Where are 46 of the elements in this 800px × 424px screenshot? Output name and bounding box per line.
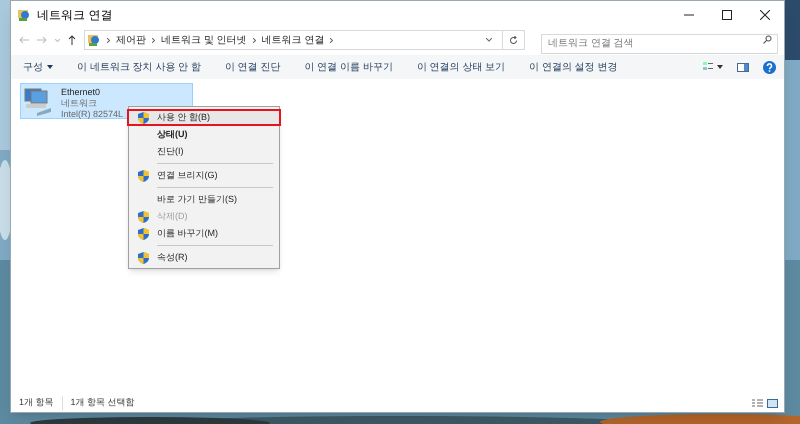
menu-item[interactable]: 연결 브리지(G) (129, 167, 279, 184)
network-folder-icon (87, 33, 101, 47)
menu-item[interactable]: 속성(R) (129, 249, 279, 266)
status-text: 1개 항목 선택함 (70, 396, 136, 410)
connection-name: Ethernet0 (61, 87, 102, 98)
details-view-icon[interactable] (752, 398, 763, 408)
search-icon (763, 35, 772, 44)
shield-icon (138, 210, 148, 222)
toolbar-button[interactable]: 이 연결 이름 바꾸기 (304, 60, 393, 74)
breadcrumb[interactable]: 제어판 (116, 32, 146, 48)
chevron-right-icon[interactable] (252, 38, 256, 42)
network-folder-icon (17, 8, 31, 22)
menu-item[interactable]: 사용 안 함(B) (127, 109, 281, 126)
toolbar-button[interactable]: 이 연결의 설정 변경 (529, 60, 618, 74)
search-field[interactable]: 네트워크 연결 검색 (541, 34, 778, 54)
address-bar[interactable]: 제어판 네트워크 및 인터넷 네트워크 연결 (84, 30, 525, 50)
shield-icon (138, 228, 148, 240)
chevron-right-icon[interactable] (330, 38, 334, 42)
maximize-icon[interactable] (722, 10, 732, 20)
window-title: 네트워크 연결 (37, 7, 112, 24)
chevron-right-icon[interactable] (107, 38, 110, 42)
menu-item[interactable]: 진단(I) (129, 143, 279, 160)
close-icon[interactable] (760, 10, 770, 20)
breadcrumb[interactable]: 네트워크 연결 (262, 32, 324, 48)
help-icon[interactable] (763, 60, 776, 74)
toolbar-button[interactable]: 이 네트워크 장치 사용 안 함 (77, 60, 201, 74)
toolbar-button[interactable]: 이 연결의 상태 보기 (416, 60, 506, 74)
chevron-right-icon[interactable] (152, 38, 155, 42)
view-options-icon[interactable] (703, 62, 723, 72)
shield-icon (138, 170, 148, 182)
menu-item[interactable]: 이름 바꾸기(M) (129, 225, 279, 242)
breadcrumb[interactable]: 네트워크 및 인터넷 (161, 32, 247, 48)
connection-type: 네트워크 (61, 98, 98, 109)
status-text: 1개 항목 (19, 396, 63, 410)
menu-item[interactable]: 상태(U) (129, 126, 279, 143)
device-name: Intel(R) 82574L (61, 109, 124, 120)
preview-pane-icon[interactable] (737, 62, 749, 72)
toolbar-button[interactable]: 구성 (23, 60, 53, 74)
shield-icon (138, 112, 148, 124)
large-icons-view-icon[interactable] (767, 398, 778, 408)
chevron-down-icon[interactable] (486, 38, 492, 42)
up-arrow-icon[interactable] (68, 35, 76, 45)
menu-item[interactable]: 바로 가기 만들기(S) (129, 191, 279, 208)
toolbar-button[interactable]: 이 연결 진단 (224, 60, 280, 74)
refresh-icon[interactable] (509, 36, 518, 44)
shield-icon (138, 252, 148, 264)
